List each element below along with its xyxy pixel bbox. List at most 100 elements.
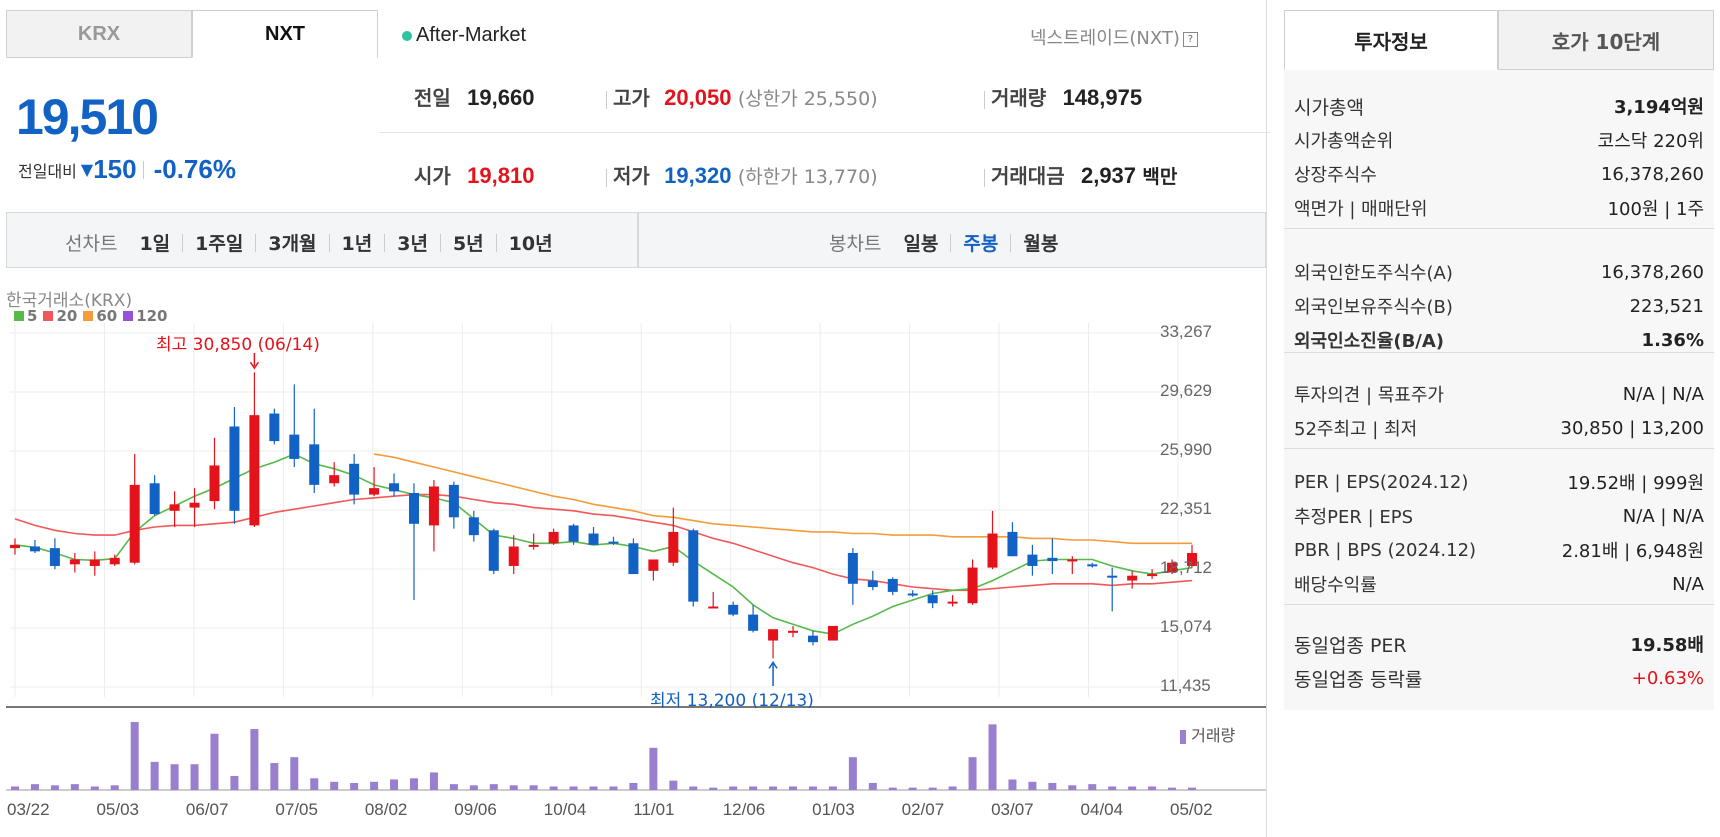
volume-bar <box>1048 782 1057 790</box>
tab-invest-info[interactable]: 투자정보 <box>1284 10 1498 70</box>
volume-bar <box>130 722 139 790</box>
candle-body <box>329 475 340 484</box>
candle-body <box>1087 564 1098 567</box>
volume-bar <box>988 724 997 790</box>
x-tick-label: 05/03 <box>96 800 139 819</box>
x-tick-label: 12/06 <box>722 800 766 819</box>
volume-bar <box>1148 786 1157 790</box>
volume-bar <box>1008 779 1017 790</box>
volume-bar <box>150 761 159 790</box>
range-option-5[interactable]: 5년 <box>453 229 484 256</box>
volume-bar <box>11 786 19 790</box>
volume-bar <box>90 786 99 790</box>
candle-option-0[interactable]: 일봉 <box>903 229 938 256</box>
volume-bar <box>230 775 239 790</box>
tab-krx[interactable]: KRX <box>6 10 192 58</box>
volume-bar <box>569 786 578 790</box>
x-tick-label: 10/04 <box>543 800 587 819</box>
candle-body <box>1007 531 1018 557</box>
invest-row-label[interactable]: 동일업종 PER <box>1294 631 1407 658</box>
candle-body <box>688 530 699 602</box>
invest-row-value: N/A | N/A <box>1622 505 1704 527</box>
candle-body <box>588 533 599 545</box>
panel-divider <box>1284 228 1714 229</box>
volume: 거래량 148,975 <box>978 82 1142 111</box>
candle-body <box>1047 557 1058 562</box>
line-chart-range-bar: 선차트 1일 1주일 3개월 1년 3년 5년 10년 <box>6 212 638 268</box>
candle-body <box>867 580 878 588</box>
volume-bar <box>549 786 558 790</box>
x-tick-label: 04/04 <box>1080 800 1124 819</box>
candle-body <box>309 444 320 485</box>
candle-body <box>768 629 779 641</box>
nxt-link[interactable]: 넥스트레이드(NXT)? <box>1030 24 1198 50</box>
x-tick-label: 07/05 <box>275 800 318 819</box>
invest-row-value: +0.63% <box>1631 667 1704 689</box>
candle-body <box>807 635 818 643</box>
candle-body <box>1147 574 1158 577</box>
volume-bar <box>429 772 438 790</box>
candle-body <box>967 567 978 604</box>
invest-row: 시가총액 3,194억원 <box>1294 92 1704 120</box>
x-tick-label: 06/07 <box>185 800 229 819</box>
volume-bar <box>928 787 937 790</box>
range-option-3[interactable]: 1년 <box>342 229 373 256</box>
volume-bar <box>409 778 418 790</box>
volume-bar <box>1068 785 1077 790</box>
tab-quote-10[interactable]: 호가 10단계 <box>1498 10 1714 70</box>
invest-row-label[interactable]: 시가총액순위 <box>1294 127 1393 153</box>
invest-row-label: PER | EPS(2024.12) <box>1294 471 1469 493</box>
invest-row: 액면가 | 매매단위 100원 | 1주 <box>1294 194 1704 222</box>
invest-row-label: 외국인소진율(B/A) <box>1294 331 1445 352</box>
candle-body <box>389 483 400 492</box>
invest-row-label[interactable]: 동일업종 등락률 <box>1294 665 1422 692</box>
invest-row: 동일업종 PER 19.58배 <box>1294 630 1704 658</box>
candle-body <box>69 559 80 565</box>
candle-option-2[interactable]: 월봉 <box>1023 229 1058 256</box>
range-option-0[interactable]: 1일 <box>139 229 170 256</box>
invest-row-label: 52주최고 | 최저 <box>1294 419 1418 440</box>
volume-bar <box>370 781 379 790</box>
invest-row-label: 배당수익률 <box>1294 575 1377 596</box>
invest-row: 52주최고 | 최저 30,850 | 13,200 <box>1294 414 1704 442</box>
range-option-1[interactable]: 1주일 <box>195 229 243 256</box>
invest-row-label: 상장주식수 <box>1294 165 1377 186</box>
range-option-6[interactable]: 10년 <box>509 229 553 256</box>
volume-bar <box>808 786 817 790</box>
candle-body <box>788 630 799 633</box>
price-chart <box>6 323 1266 791</box>
help-icon[interactable]: ? <box>1182 31 1198 47</box>
invest-row: 동일업종 등락률 +0.63% <box>1294 664 1704 692</box>
candle-body <box>907 593 918 596</box>
candle-body <box>408 492 419 524</box>
change-percent: -0.76% <box>153 154 236 184</box>
invest-row: 투자의견 | 목표주가 N/A | N/A <box>1294 380 1704 408</box>
volume-bar <box>689 786 698 790</box>
panel-divider <box>1284 604 1714 605</box>
candle-body <box>847 552 858 584</box>
x-tick-label: 08/02 <box>364 800 408 819</box>
y-tick-label: 25,990 <box>1160 440 1212 459</box>
range-option-2[interactable]: 3개월 <box>268 229 316 256</box>
candle-body <box>608 541 619 544</box>
invest-row-value: 2.81배 | 6,948원 <box>1561 541 1704 562</box>
x-tick-label: 11/01 <box>633 800 675 819</box>
candle-chart-label: 봉차트 <box>829 233 882 255</box>
x-tick-label: 01/03 <box>812 800 855 819</box>
candle-option-1[interactable]: 주봉 <box>963 229 998 256</box>
trade-value: 거래대금 2,937 백만 <box>978 160 1177 189</box>
y-tick-label: 15,074 <box>1160 617 1212 636</box>
open-price: 시가 19,810 <box>414 163 535 188</box>
volume-bar <box>948 786 957 790</box>
invest-row-value: N/A | N/A <box>1622 383 1704 405</box>
range-option-4[interactable]: 3년 <box>397 229 428 256</box>
candle-body <box>349 463 360 495</box>
volume-bar <box>769 786 778 790</box>
volume-bar <box>828 786 837 790</box>
candle-body <box>528 544 539 547</box>
invest-row-value: 16,378,260 <box>1600 261 1704 283</box>
candle-body <box>987 533 998 568</box>
tab-nxt[interactable]: NXT <box>192 10 378 58</box>
candle-body <box>648 559 659 571</box>
ma60-line <box>373 453 1192 545</box>
